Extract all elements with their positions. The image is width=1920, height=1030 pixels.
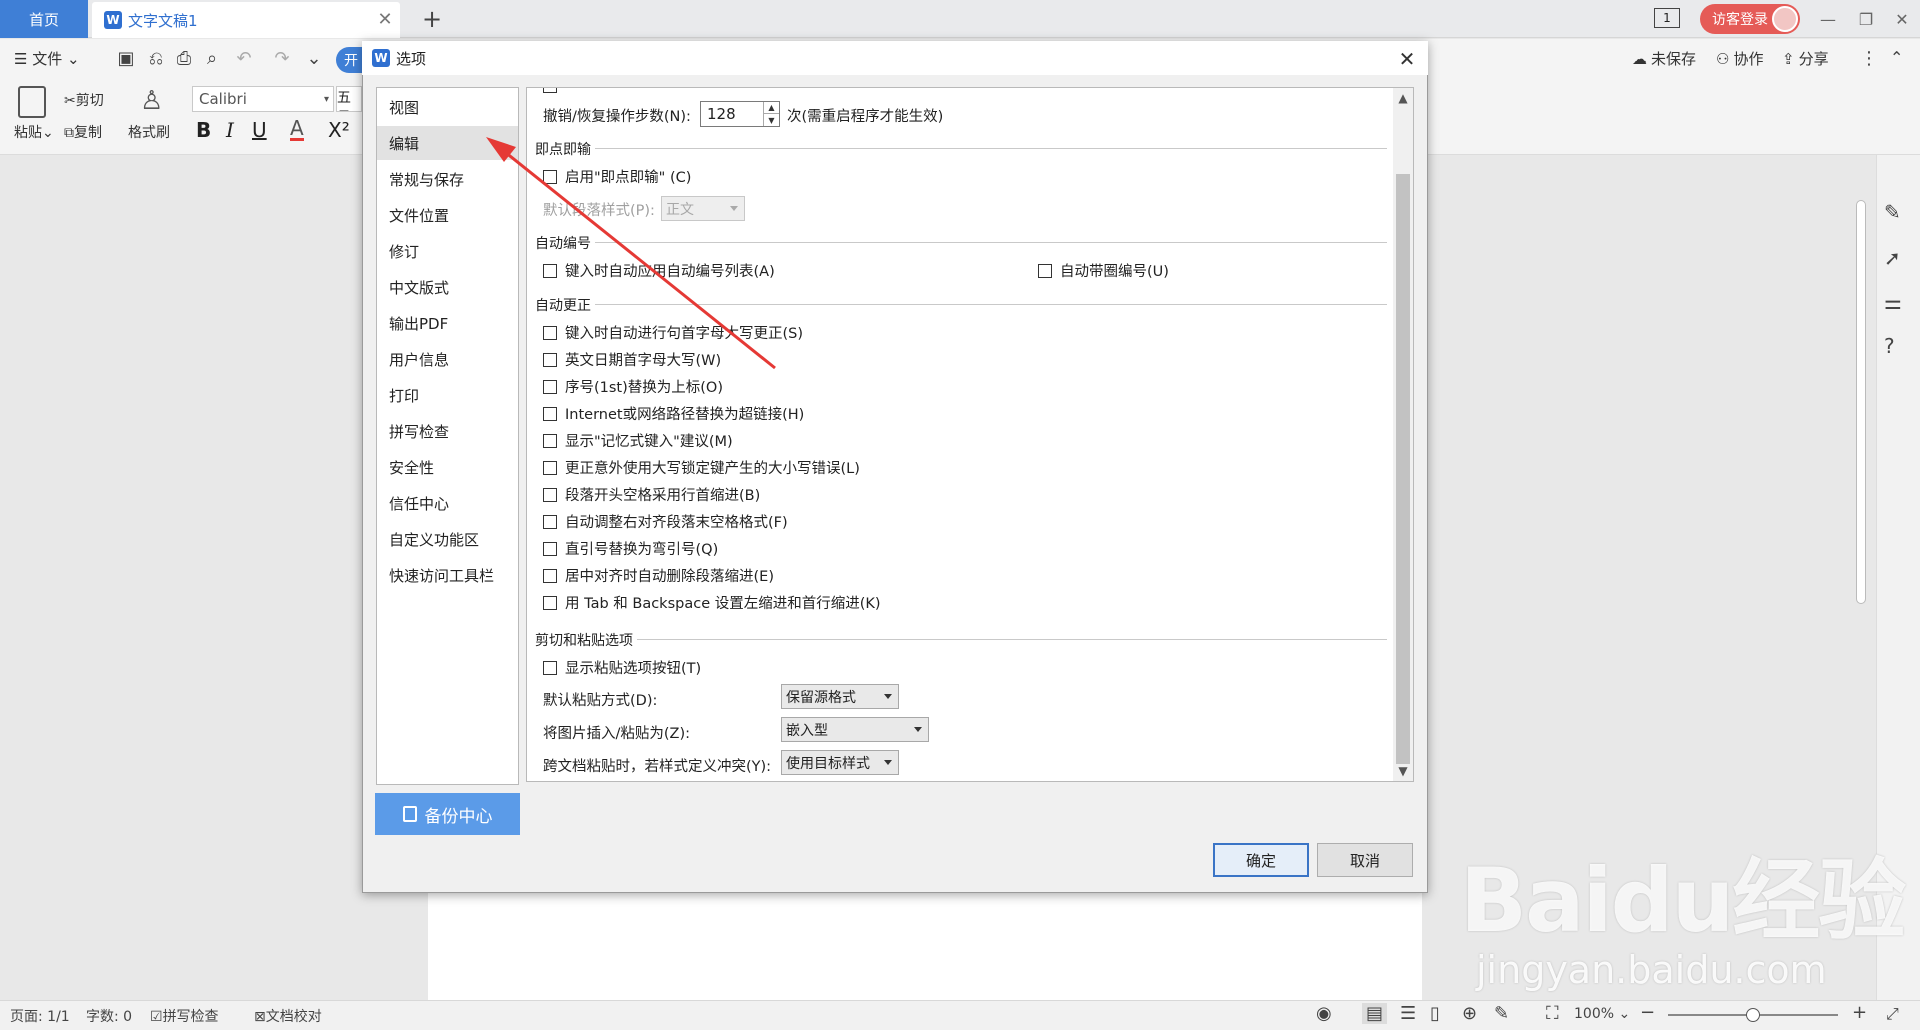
word-count[interactable]: 字数: 0	[86, 1006, 132, 1026]
checkbox-icon: ☑	[150, 1009, 163, 1025]
zoom-level[interactable]: 100% ⌄	[1574, 1006, 1630, 1022]
fullscreen-icon[interactable]: ⤢	[1886, 1004, 1899, 1024]
document-proof-label: 文档校对	[265, 1009, 322, 1025]
eye-protection-icon[interactable]: ◉	[1316, 1003, 1332, 1024]
watermark-logo: Baidu经验	[1460, 849, 1906, 952]
write-view-icon[interactable]: ✎	[1494, 1003, 1509, 1024]
reading-view-icon[interactable]: ▯	[1430, 1003, 1440, 1024]
zoom-level-label: 100%	[1574, 1006, 1615, 1022]
fit-page-icon[interactable]: ⛶	[1546, 1003, 1559, 1024]
zoom-in-icon[interactable]: +	[1852, 1002, 1867, 1023]
document-proof-status[interactable]: ⊠文档校对	[254, 1006, 322, 1026]
spell-check-status[interactable]: ☑拼写检查	[150, 1006, 219, 1026]
zoom-slider-handle[interactable]	[1746, 1008, 1760, 1022]
outline-view-icon[interactable]: ☰	[1400, 1003, 1416, 1024]
page-view-icon[interactable]: ▤	[1362, 1003, 1388, 1024]
proof-icon: ⊠	[254, 1009, 266, 1025]
page-count[interactable]: 页面: 1/1	[10, 1006, 70, 1026]
spell-check-label: 拼写检查	[162, 1009, 219, 1025]
zoom-out-icon[interactable]: −	[1640, 1002, 1655, 1023]
web-view-icon[interactable]: ⊕	[1462, 1003, 1477, 1024]
arrow-line	[499, 146, 776, 370]
watermark-url: jingyan.baidu.com	[1476, 948, 1827, 992]
